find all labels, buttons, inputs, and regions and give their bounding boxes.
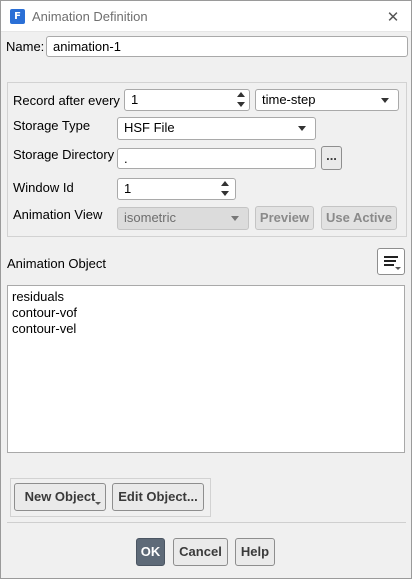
spin-down-icon[interactable] [221, 191, 229, 196]
chevron-down-icon [231, 216, 239, 221]
new-object-label: New Object [24, 489, 96, 504]
window-title: Animation Definition [32, 9, 148, 24]
chevron-down-icon [381, 98, 389, 103]
list-item[interactable]: contour-vel [8, 321, 404, 337]
record-interval-input[interactable]: 1 [124, 89, 250, 111]
spin-down-icon[interactable] [237, 102, 245, 107]
animation-view-select: isometric [117, 207, 249, 230]
storage-type-select[interactable]: HSF File [117, 117, 316, 140]
record-unit-value: time-step [262, 92, 316, 107]
record-after-every-label: Record after every [13, 93, 120, 108]
fluent-app-icon: F [10, 9, 25, 24]
ok-button[interactable]: OK [136, 538, 165, 566]
chevron-down-icon [395, 267, 401, 270]
new-object-button[interactable]: New Object [14, 483, 106, 511]
title-bar: F Animation Definition ✕ [1, 1, 411, 32]
animation-view-value: isometric [124, 210, 177, 225]
name-input[interactable]: animation-1 [46, 36, 408, 57]
help-button[interactable]: Help [235, 538, 275, 566]
record-interval-spinner[interactable] [235, 90, 249, 110]
chevron-down-icon [95, 502, 101, 505]
animation-object-list[interactable]: residuals contour-vof contour-vel [7, 285, 405, 453]
animation-view-label: Animation View [13, 207, 103, 222]
close-icon[interactable]: ✕ [381, 6, 405, 28]
use-active-button: Use Active [321, 206, 397, 230]
browse-directory-button[interactable]: ... [321, 146, 342, 170]
spin-up-icon[interactable] [221, 181, 229, 186]
spin-up-icon[interactable] [237, 92, 245, 97]
storage-type-label: Storage Type [13, 118, 91, 133]
list-item[interactable]: contour-vof [8, 305, 404, 321]
footer-separator [7, 522, 406, 523]
record-unit-select[interactable]: time-step [255, 89, 399, 111]
window-id-spinner[interactable] [219, 179, 233, 199]
list-item[interactable]: residuals [8, 289, 404, 305]
preview-button: Preview [255, 206, 314, 230]
storage-type-value: HSF File [124, 120, 175, 135]
animation-object-label: Animation Object [7, 256, 106, 271]
window-id-label: Window Id [13, 180, 74, 195]
storage-directory-input[interactable]: . [117, 148, 316, 169]
storage-directory-label: Storage Directory [13, 147, 115, 162]
menu-lines-icon-bar [384, 260, 396, 262]
animation-definition-dialog: F Animation Definition ✕ Name: animation… [0, 0, 412, 579]
chevron-down-icon [298, 126, 306, 131]
object-list-menu-button[interactable] [377, 248, 405, 275]
menu-lines-icon [384, 256, 398, 258]
name-label: Name: [6, 39, 45, 54]
cancel-button[interactable]: Cancel [173, 538, 228, 566]
edit-object-button[interactable]: Edit Object... [112, 483, 204, 511]
menu-lines-icon-bar [384, 264, 394, 266]
